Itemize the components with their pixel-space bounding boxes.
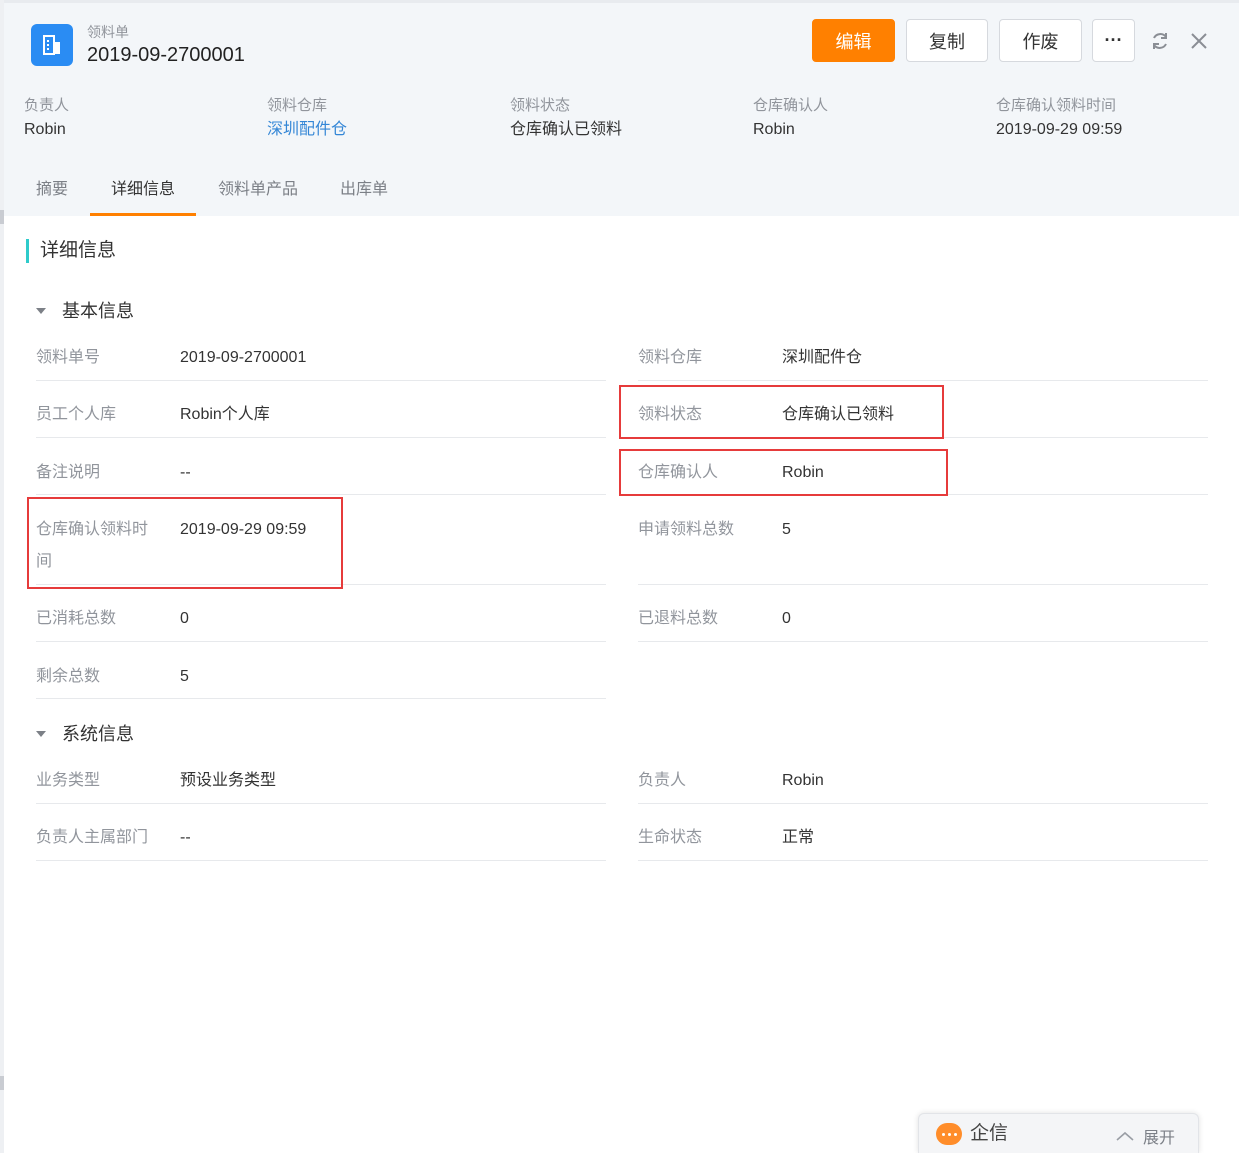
field-owner-dept: 负责人主属部门 --	[36, 822, 606, 861]
field-label: 已消耗总数	[36, 610, 117, 627]
top-divider	[4, 0, 1239, 3]
building-icon	[31, 24, 73, 66]
group-title: 系统信息	[62, 724, 134, 744]
chat-bubble-icon	[936, 1123, 962, 1145]
field-label: 申请领料总数	[638, 521, 735, 538]
enterprise-chat-widget[interactable]: 企信 展开	[918, 1113, 1199, 1153]
field-label: 领料仓库	[638, 349, 703, 366]
field-requested-total: 申请领料总数 5	[638, 514, 1208, 585]
group-basic-info[interactable]: 基本信息	[36, 299, 134, 323]
field-label: 已退料总数	[638, 610, 719, 627]
copy-button[interactable]: 复制	[906, 19, 988, 62]
summary-label: 领料状态	[510, 97, 571, 114]
field-remaining-total: 剩余总数 5	[36, 661, 606, 699]
field-label: 负责人主属部门	[36, 829, 149, 846]
field-life-status: 生命状态 正常	[638, 822, 1208, 861]
highlight-box-confirm-time	[27, 497, 343, 589]
field-value: 预设业务类型	[180, 772, 277, 789]
active-tab-indicator	[90, 213, 196, 216]
tab-order-products[interactable]: 领料单产品	[214, 164, 302, 216]
summary-label: 仓库确认人	[753, 97, 829, 114]
group-title: 基本信息	[62, 301, 134, 321]
field-returned-total: 已退料总数 0	[638, 603, 1208, 642]
refresh-icon[interactable]	[1147, 28, 1173, 54]
close-icon[interactable]	[1186, 28, 1212, 54]
left-edge-marker	[0, 1076, 4, 1090]
section-accent-bar	[26, 239, 29, 263]
field-label: 负责人	[638, 772, 687, 789]
field-value: Robin	[782, 772, 824, 789]
tab-summary[interactable]: 摘要	[30, 164, 74, 216]
section-title: 详细信息	[40, 240, 117, 261]
warehouse-link[interactable]: 深圳配件仓	[782, 342, 862, 374]
record-title: 2019-09-2700001	[87, 44, 245, 66]
field-remark: 备注说明 --	[36, 457, 606, 495]
highlight-box-status	[619, 385, 944, 439]
summary-label: 负责人	[24, 97, 70, 114]
object-type-label: 领料单	[87, 24, 129, 40]
chevron-up-icon	[1116, 1131, 1134, 1141]
summary-value: Robin	[24, 121, 66, 138]
field-label: 备注说明	[36, 464, 101, 481]
field-label: 业务类型	[36, 772, 101, 789]
summary-value: Robin	[753, 121, 795, 138]
void-button[interactable]: 作废	[999, 19, 1082, 62]
tab-details[interactable]: 详细信息	[90, 164, 196, 216]
summary-value: 仓库确认已领料	[510, 121, 623, 138]
field-value: --	[180, 464, 191, 481]
tab-bar: 摘要 详细信息 领料单产品 出库单	[4, 164, 1239, 216]
summary-owner: 负责人 Robin	[24, 96, 69, 140]
group-system-info[interactable]: 系统信息	[36, 722, 134, 746]
summary-confirmer: 仓库确认人 Robin	[753, 96, 828, 140]
personal-store-link[interactable]: Robin个人库	[180, 399, 270, 431]
field-label: 生命状态	[638, 829, 703, 846]
more-button[interactable]: ···	[1092, 19, 1135, 62]
field-consumed-total: 已消耗总数 0	[36, 603, 606, 642]
field-label: 领料单号	[36, 349, 101, 366]
summary-label: 仓库确认领料时间	[996, 97, 1117, 114]
field-owner: 负责人 Robin	[638, 765, 1208, 804]
field-warehouse: 领料仓库 深圳配件仓	[638, 342, 1208, 381]
edit-button[interactable]: 编辑	[812, 19, 895, 62]
summary-label: 领料仓库	[267, 97, 328, 114]
caret-down-icon	[36, 308, 46, 314]
tab-outbound-orders[interactable]: 出库单	[336, 164, 392, 216]
summary-value: 2019-09-29 09:59	[996, 121, 1123, 138]
chat-label: 企信	[970, 1123, 1009, 1144]
summary-warehouse-link[interactable]: 深圳配件仓	[267, 120, 347, 140]
field-value: 5	[180, 668, 189, 685]
field-value: 5	[782, 521, 791, 538]
field-label: 剩余总数	[36, 668, 101, 685]
caret-down-icon	[36, 731, 46, 737]
highlight-box-confirmer	[619, 449, 948, 496]
field-value: 正常	[782, 829, 815, 846]
summary-confirm-time: 仓库确认领料时间 2019-09-29 09:59	[996, 96, 1122, 140]
field-order-no: 领料单号 2019-09-2700001	[36, 342, 606, 381]
field-value: 0	[782, 610, 791, 627]
field-label: 员工个人库	[36, 406, 117, 423]
field-personal-store: 员工个人库 Robin个人库	[36, 399, 606, 438]
chat-expand-label: 展开	[1143, 1130, 1176, 1147]
field-biz-type: 业务类型 预设业务类型	[36, 765, 606, 804]
field-value: 2019-09-2700001	[180, 349, 307, 366]
field-value: --	[180, 829, 191, 846]
field-value: 0	[180, 610, 189, 627]
chat-expand-button[interactable]: 展开	[1115, 1124, 1175, 1148]
summary-status: 领料状态 仓库确认已领料	[510, 96, 622, 140]
summary-warehouse: 领料仓库 深圳配件仓	[267, 96, 347, 140]
